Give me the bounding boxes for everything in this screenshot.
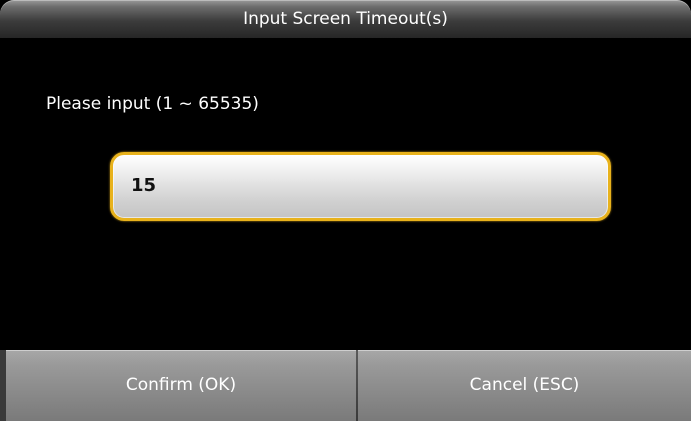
input-dialog-screen: Input Screen Timeout(s) Please input (1 …: [0, 0, 691, 421]
input-prompt-label: Please input (1 ~ 65535): [46, 94, 259, 114]
timeout-input-value: 15: [131, 175, 157, 196]
cancel-button[interactable]: Cancel (ESC): [358, 350, 691, 421]
dialog-title: Input Screen Timeout(s): [243, 9, 448, 29]
confirm-button[interactable]: Confirm (OK): [0, 350, 356, 421]
confirm-button-label: Confirm (OK): [125, 375, 237, 395]
timeout-input-field[interactable]: 15: [110, 152, 611, 221]
cancel-button-label: Cancel (ESC): [469, 375, 580, 395]
title-bar: Input Screen Timeout(s): [0, 0, 691, 38]
